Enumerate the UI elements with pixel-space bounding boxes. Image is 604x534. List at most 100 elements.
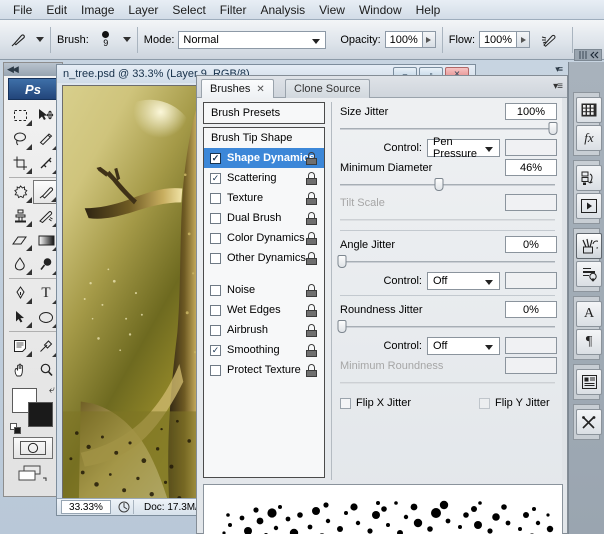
size-control-aux-value[interactable]	[505, 139, 557, 156]
brush-picker-dropdown-icon[interactable]	[123, 37, 131, 42]
eraser-tool[interactable]	[7, 228, 33, 252]
menu-select[interactable]: Select	[165, 1, 212, 19]
menu-layer[interactable]: Layer	[121, 1, 165, 19]
roundness-control-aux-value[interactable]	[505, 337, 557, 354]
wet-edges-checkbox[interactable]	[210, 305, 221, 316]
flow-value[interactable]: 100%	[479, 31, 517, 48]
list-item-brush-tip-shape[interactable]: Brush Tip Shape	[204, 128, 324, 148]
brush-tool-dropdown-icon[interactable]	[36, 37, 44, 42]
measurement-panel-icon[interactable]	[576, 409, 602, 435]
other-dynamics-checkbox[interactable]	[210, 253, 221, 264]
lock-icon[interactable]	[306, 232, 318, 245]
marquee-tool[interactable]	[7, 103, 33, 127]
list-item-protect-texture[interactable]: Protect Texture	[204, 360, 324, 380]
screen-mode-icon[interactable]	[13, 462, 53, 484]
opacity-slider-button[interactable]	[423, 31, 436, 48]
paragraph-panel-icon[interactable]: ¶	[576, 329, 602, 355]
layer-comps-panel-icon[interactable]	[576, 369, 602, 395]
menu-filter[interactable]: Filter	[213, 1, 254, 19]
size-jitter-value[interactable]: 100%	[505, 103, 557, 120]
brushes-panel-scrollbar[interactable]	[562, 98, 567, 480]
color-panel-icon[interactable]	[576, 97, 602, 123]
brush-presets-button[interactable]: Brush Presets	[203, 102, 325, 124]
list-item-texture[interactable]: Texture	[204, 188, 324, 208]
minimum-diameter-value[interactable]: 46%	[505, 159, 557, 176]
roundness-jitter-value[interactable]: 0%	[505, 301, 557, 318]
opacity-control[interactable]: 100%	[385, 31, 436, 48]
angle-control-select[interactable]: Off	[427, 272, 500, 290]
menu-file[interactable]: File	[6, 1, 39, 19]
flip-y-jitter-checkbox[interactable]	[479, 398, 490, 409]
menu-analysis[interactable]: Analysis	[253, 1, 312, 19]
flip-x-jitter-checkbox[interactable]	[340, 398, 351, 409]
swap-colors-icon[interactable]: ⤶	[49, 384, 55, 397]
menu-edit[interactable]: Edit	[39, 1, 74, 19]
notes-tool[interactable]	[7, 334, 33, 358]
list-item-dual-brush[interactable]: Dual Brush	[204, 208, 324, 228]
list-item-smoothing[interactable]: ✓ Smoothing	[204, 340, 324, 360]
default-colors-icon[interactable]	[10, 423, 21, 434]
size-jitter-slider[interactable]	[340, 122, 555, 135]
brush-size-preview[interactable]: 9	[93, 25, 119, 55]
tab-clone-source[interactable]: Clone Source	[285, 79, 370, 98]
airbrush-checkbox[interactable]	[210, 325, 221, 336]
shape-dynamics-checkbox[interactable]: ✓	[210, 153, 221, 164]
crop-tool[interactable]	[7, 151, 33, 175]
history-panel-icon[interactable]	[576, 165, 602, 191]
lock-icon[interactable]	[306, 304, 318, 317]
list-item-shape-dynamics[interactable]: ✓ Shape Dynamics	[204, 148, 324, 168]
brushes-panel-icon[interactable]	[576, 233, 602, 259]
panel-menu-icon[interactable]: ▾≡	[553, 81, 562, 92]
clone-stamp-tool[interactable]	[7, 204, 33, 228]
noise-checkbox[interactable]	[210, 285, 221, 296]
list-item-other-dynamics[interactable]: Other Dynamics	[204, 248, 324, 268]
lock-icon[interactable]	[306, 172, 318, 185]
character-panel-icon[interactable]: A	[576, 301, 602, 327]
opacity-value[interactable]: 100%	[385, 31, 423, 48]
angle-control-aux-value[interactable]	[505, 272, 557, 289]
background-color-swatch[interactable]	[28, 402, 53, 427]
menu-window[interactable]: Window	[352, 1, 409, 19]
panel-expand-icon[interactable]: ▾≡	[555, 64, 561, 75]
menu-image[interactable]: Image	[74, 1, 121, 19]
list-item-wet-edges[interactable]: Wet Edges	[204, 300, 324, 320]
lock-icon[interactable]	[306, 344, 318, 357]
brush-icon[interactable]	[6, 28, 32, 52]
path-selection-tool[interactable]	[7, 305, 33, 329]
lock-icon[interactable]	[306, 152, 318, 165]
size-control-select[interactable]: Pen Pressure	[427, 139, 500, 157]
texture-checkbox[interactable]	[210, 193, 221, 204]
hand-tool[interactable]	[7, 358, 33, 382]
styles-panel-icon[interactable]: fx	[576, 125, 602, 151]
lasso-tool[interactable]	[7, 127, 33, 151]
close-icon[interactable]: ✕	[256, 84, 264, 95]
blend-mode-select[interactable]: Normal	[178, 31, 326, 49]
list-item-noise[interactable]: Noise	[204, 280, 324, 300]
minimum-diameter-slider[interactable]	[340, 178, 555, 191]
slider-knob[interactable]	[338, 255, 347, 268]
angle-jitter-value[interactable]: 0%	[505, 236, 557, 253]
lock-icon[interactable]	[306, 324, 318, 337]
menu-view[interactable]: View	[312, 1, 352, 19]
actions-panel-icon[interactable]	[576, 193, 602, 219]
lock-icon[interactable]	[306, 212, 318, 225]
roundness-control-select[interactable]: Off	[427, 337, 500, 355]
pen-tool[interactable]	[7, 281, 33, 305]
quick-mask-icon[interactable]	[13, 437, 53, 459]
healing-brush-tool[interactable]	[7, 180, 33, 204]
status-proxy-icon[interactable]	[114, 500, 134, 514]
angle-jitter-slider[interactable]	[340, 255, 555, 268]
flow-control[interactable]: 100%	[479, 31, 530, 48]
smoothing-checkbox[interactable]: ✓	[210, 345, 221, 356]
slider-knob[interactable]	[338, 320, 347, 333]
slider-knob[interactable]	[434, 178, 443, 191]
airbrush-icon[interactable]	[538, 28, 564, 52]
flow-slider-button[interactable]	[517, 31, 530, 48]
tab-brushes[interactable]: Brushes ✕	[201, 79, 274, 98]
scattering-checkbox[interactable]: ✓	[210, 173, 221, 184]
zoom-level-value[interactable]: 33.33%	[61, 500, 111, 514]
flip-x-jitter-option[interactable]: Flip X Jitter	[340, 397, 411, 409]
tool-presets-panel-icon[interactable]	[576, 261, 602, 287]
roundness-jitter-slider[interactable]	[340, 320, 555, 333]
list-item-scattering[interactable]: ✓ Scattering	[204, 168, 324, 188]
